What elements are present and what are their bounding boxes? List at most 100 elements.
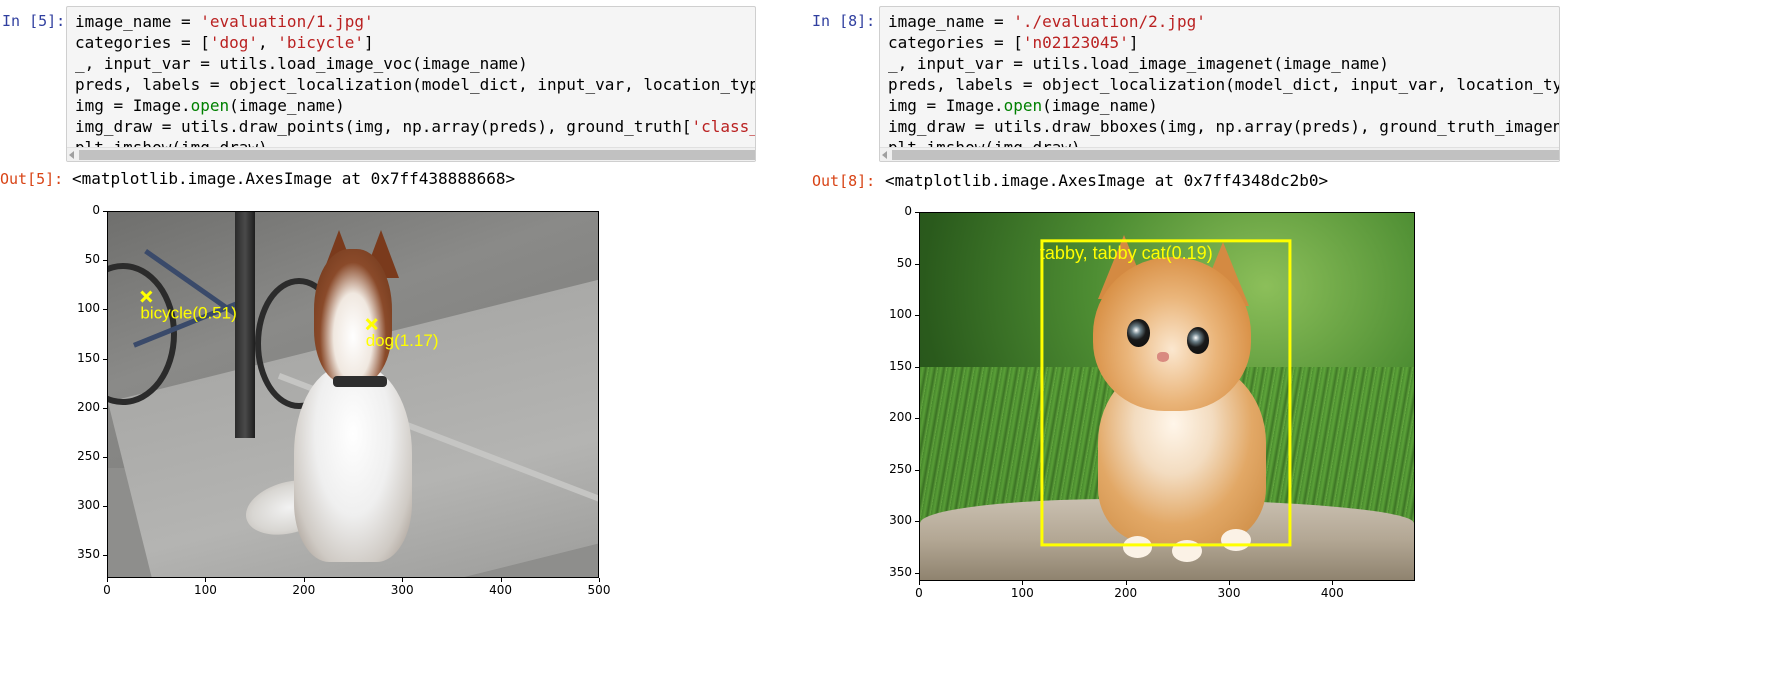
point-annotations: bicycle(0.51) dog(1.17) (140, 290, 439, 350)
x-tick-mark (107, 578, 108, 582)
x-tick-label: 100 (193, 583, 217, 597)
scroll-left-arrow-icon[interactable] (69, 151, 74, 159)
code-editor[interactable]: image_name = './evaluation/2.jpg' categor… (879, 6, 1560, 162)
y-tick-label: 300 (77, 498, 100, 513)
code-line: _, input_var = utils.load_image_voc(imag… (75, 53, 755, 74)
code-token: _, input_var = utils.load_image_imagenet… (888, 54, 1389, 73)
y-tick-label: 150 (77, 350, 100, 365)
builtin-token: open (1003, 96, 1043, 115)
code-line: categories = ['n02123045'] (888, 32, 1559, 53)
x-tick-label: 300 (390, 583, 414, 597)
y-tick-label: 100 (77, 301, 100, 316)
code-line: categories = ['dog', 'bicycle'] (75, 32, 755, 53)
x-tick-label: 400 (1320, 586, 1344, 600)
code-token: ] (364, 33, 374, 52)
y-tick-label: 50 (84, 252, 100, 267)
code-token: image_name = (75, 12, 201, 31)
y-tick-label: 150 (889, 358, 912, 373)
y-tick-label: 50 (896, 255, 912, 270)
dog-image-axes: bicycle(0.51) dog(1.17) (107, 211, 599, 578)
input-prompt: In [5]: (2, 12, 66, 30)
code-lines: image_name = 'evaluation/1.jpg' categorie… (75, 11, 756, 158)
x-tick-label: 0 (103, 583, 111, 597)
x-tick-label: 500 (587, 583, 611, 597)
x-tick-mark (599, 578, 600, 582)
y-tick-label: 0 (92, 203, 100, 217)
code-line: img = Image.open(image_name) (888, 95, 1559, 116)
scrollbar-thumb[interactable] (79, 150, 755, 160)
code-line: img_draw = utils.draw_points(img, np.arr… (75, 116, 756, 137)
code-token: preds, labels = object_localization(mode… (888, 75, 1560, 94)
x-tick-label: 0 (915, 586, 923, 600)
code-token: , (258, 33, 278, 52)
string-token: 'evaluation/1.jpg' (200, 12, 374, 31)
code-token: categories = [ (888, 33, 1023, 52)
x-tick-mark (919, 581, 920, 585)
code-lines: image_name = './evaluation/2.jpg' categor… (888, 11, 1560, 158)
string-token: 'n02123045' (1022, 33, 1129, 52)
horizontal-scrollbar[interactable] (880, 147, 1559, 161)
bbox-annotations: tabby, tabby cat(0.19) (1040, 239, 1292, 547)
code-line: img = Image.open(image_name) (75, 95, 755, 116)
output-text: <matplotlib.image.AxesImage at 0x7ff4388… (72, 169, 516, 188)
code-token: _, input_var = utils.load_image_voc(imag… (75, 54, 528, 73)
x-tick-mark (1125, 581, 1127, 585)
code-line: _, input_var = utils.load_image_imagenet… (888, 53, 1559, 74)
scrollbar-thumb[interactable] (892, 150, 1559, 160)
y-tick-label: 200 (889, 410, 912, 425)
cat-image-axes: tabby, tabby cat(0.19) (919, 212, 1415, 581)
point-label: dog(1.17) (366, 331, 439, 350)
code-line: preds, labels = object_localization(mode… (75, 74, 756, 95)
code-token: image_name = (888, 12, 1014, 31)
output-text: <matplotlib.image.AxesImage at 0x7ff4348… (885, 171, 1329, 190)
string-token: 'dog' (209, 33, 259, 52)
string-token: 'bicycle' (277, 33, 364, 52)
code-token: (image_name) (1042, 96, 1158, 115)
x-tick-mark (1332, 581, 1334, 585)
code-token: img_draw = utils.draw_bboxes(img, np.arr… (888, 117, 1560, 136)
string-token: 'class_names' (691, 117, 756, 136)
y-tick-label: 250 (889, 461, 912, 476)
x-tick-mark (303, 578, 305, 582)
builtin-token: open (190, 96, 230, 115)
code-line: image_name = 'evaluation/1.jpg' (75, 11, 755, 32)
y-tick-label: 300 (889, 513, 912, 528)
bbox-rect (1040, 239, 1292, 547)
y-tick-label: 250 (77, 448, 100, 463)
y-tick-label: 0 (904, 204, 912, 218)
code-token: (image_name) (229, 96, 345, 115)
x-tick-mark (1022, 581, 1024, 585)
point-label: bicycle(0.51) (140, 304, 236, 323)
output-prompt: Out[8]: (812, 172, 876, 190)
x-tick-label: 200 (292, 583, 316, 597)
x-tick-mark (205, 578, 207, 582)
x-tick-mark (500, 578, 502, 582)
code-line: preds, labels = object_localization(mode… (888, 74, 1560, 95)
x-tick-mark (1229, 581, 1230, 585)
x-tick-label: 100 (1010, 586, 1034, 600)
code-token: img_draw = utils.draw_points(img, np.arr… (75, 117, 692, 136)
scroll-left-arrow-icon[interactable] (882, 151, 887, 159)
code-editor[interactable]: image_name = 'evaluation/1.jpg' categorie… (66, 6, 756, 162)
code-token: preds, labels = object_localization(mode… (75, 75, 756, 94)
y-tick-label: 350 (77, 547, 100, 562)
code-line: image_name = './evaluation/2.jpg' (888, 11, 1559, 32)
code-line: img_draw = utils.draw_bboxes(img, np.arr… (888, 116, 1560, 137)
code-token: ] (1128, 33, 1139, 52)
y-tick-label: 350 (889, 564, 912, 579)
input-prompt: In [8]: (812, 12, 876, 30)
x-tick-mark (402, 578, 404, 582)
code-token: categories = [ (75, 33, 210, 52)
x-tick-label: 200 (1114, 586, 1138, 600)
code-token: img = Image. (888, 96, 1004, 115)
string-token: './evaluation/2.jpg' (1013, 12, 1206, 31)
x-tick-label: 400 (489, 583, 513, 597)
bbox-label: tabby, tabby cat(0.19) (1040, 243, 1213, 263)
point-marker (140, 290, 153, 303)
code-token: img = Image. (75, 96, 191, 115)
x-tick-label: 300 (1217, 586, 1241, 600)
horizontal-scrollbar[interactable] (67, 147, 755, 161)
point-marker (365, 318, 378, 331)
y-tick-label: 200 (77, 399, 100, 414)
output-prompt: Out[5]: (0, 170, 64, 188)
